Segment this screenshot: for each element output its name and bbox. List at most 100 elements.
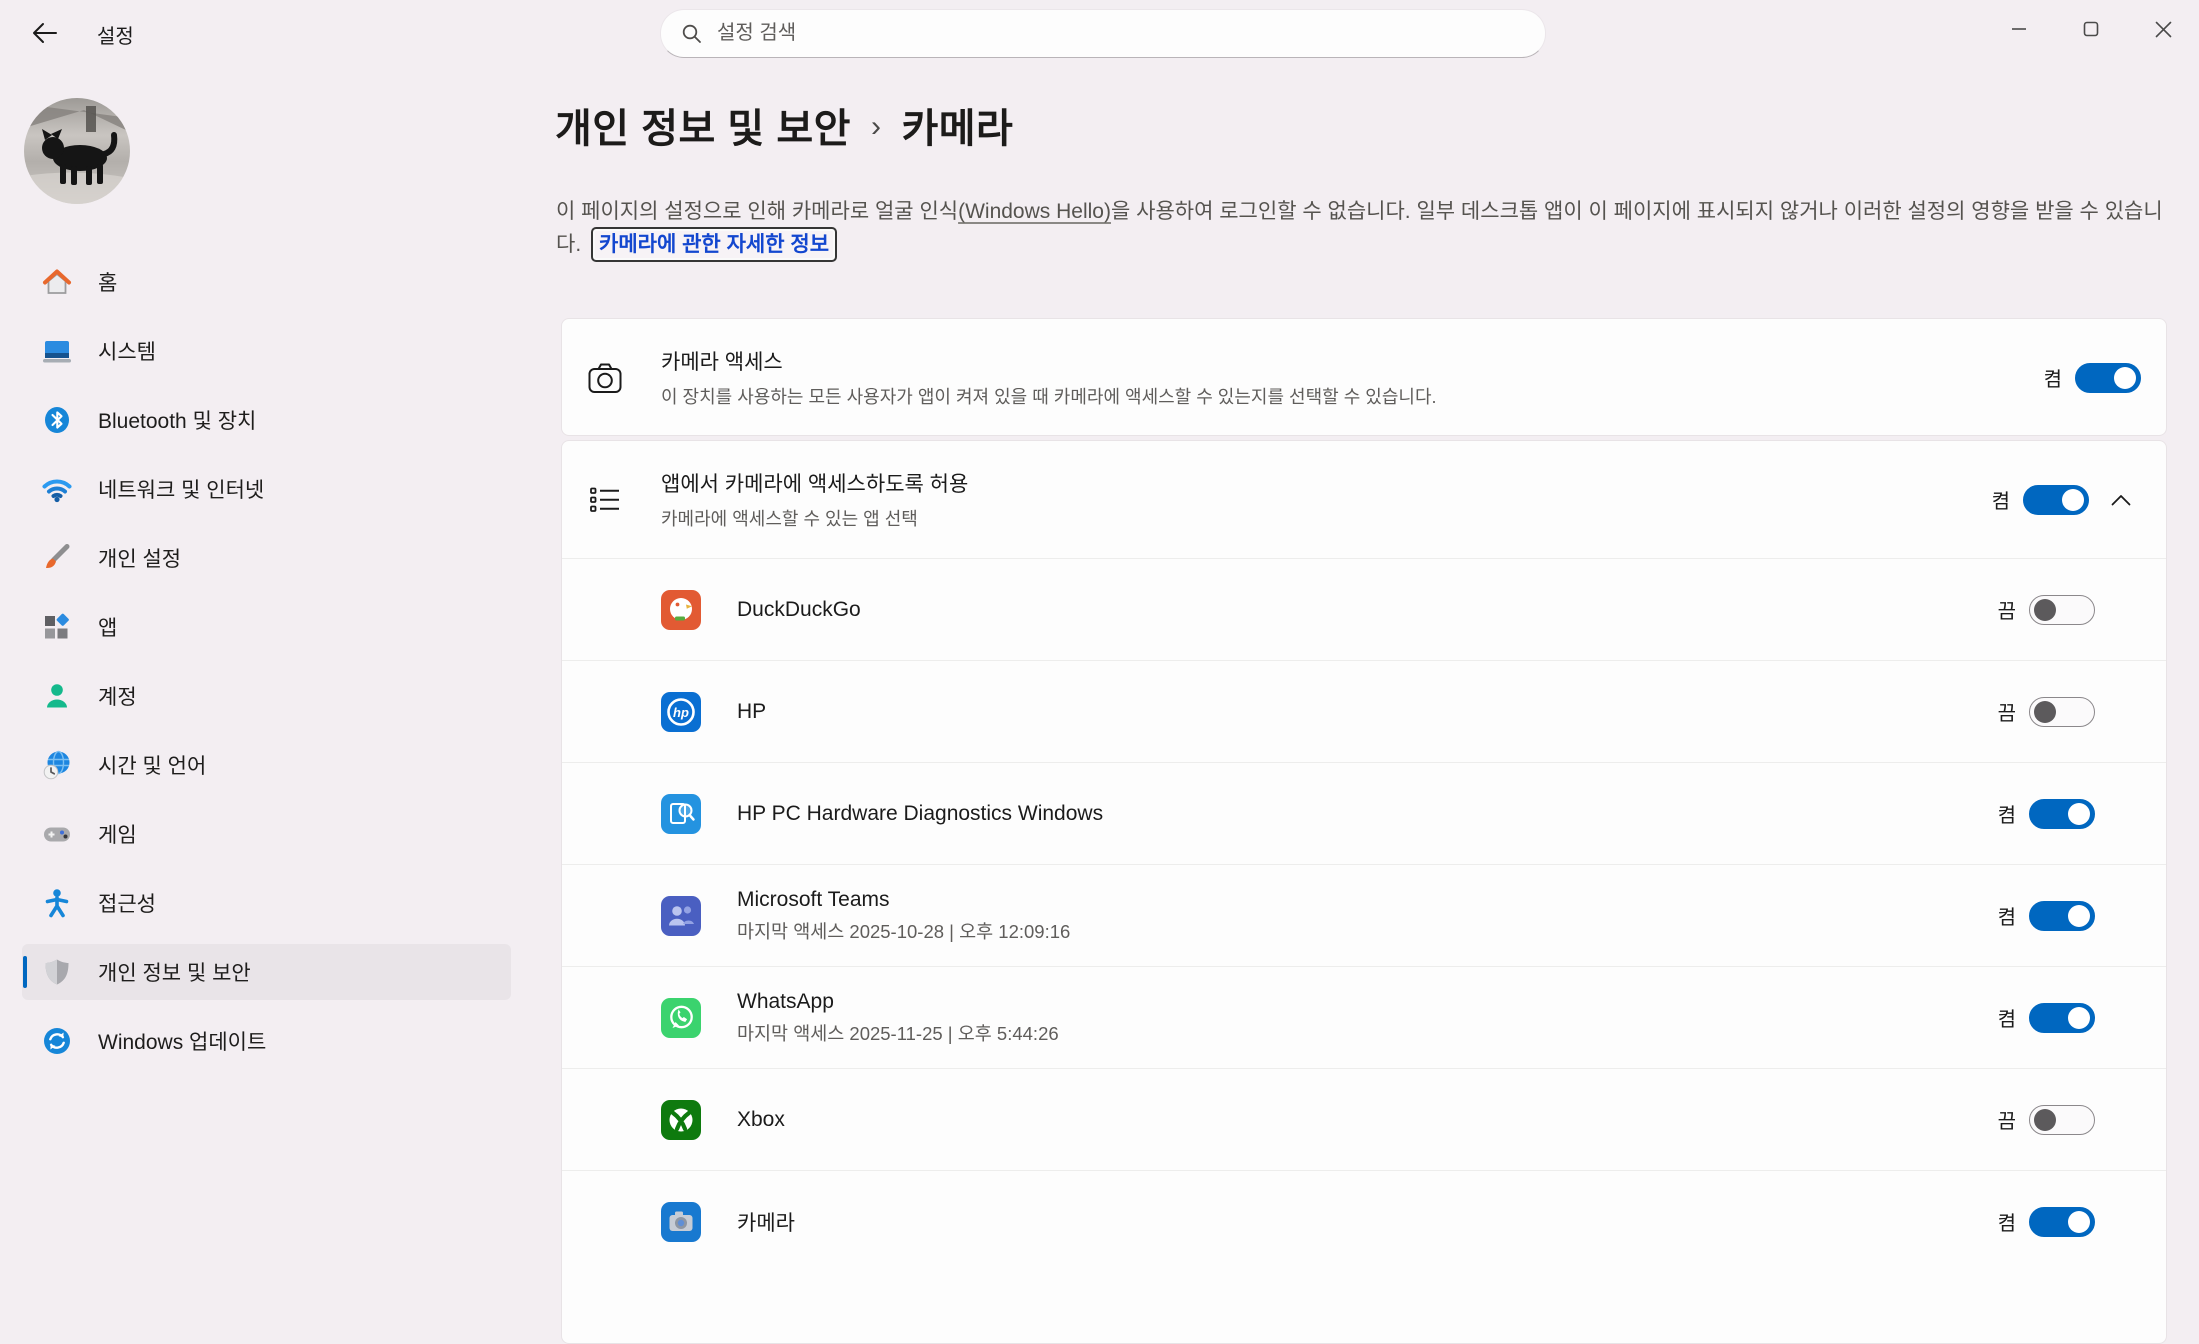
breadcrumb-separator-icon: › [871,106,882,144]
sidebar-item-label: 앱 [98,612,117,642]
user-avatar[interactable] [24,98,130,204]
gamepad-icon [42,819,72,849]
titlebar: 설정 [0,0,2199,64]
hp-diagnostics-toggle[interactable] [2029,799,2095,829]
hp-diagnostics-icon [661,794,701,834]
app-state-label: 끔 [1998,595,2016,624]
app-row-duckduckgo: DuckDuckGo 끔 [562,558,2166,660]
sidebar-item-gaming[interactable]: 게임 [22,806,511,862]
app-name: HP [737,700,1998,724]
xbox-icon [661,1100,701,1140]
settings-search-box[interactable] [660,9,1546,58]
accessibility-person-icon [42,888,72,918]
back-arrow-icon [31,22,57,44]
description-text: 이 페이지의 설정으로 인해 카메라로 얼굴 인식 [556,200,958,223]
page-title-current: 카메라 [901,96,1013,154]
wifi-icon [42,474,72,504]
app-access-toggle[interactable] [2023,485,2089,515]
app-last-access: 마지막 액세스 2025-10-28 | 오후 12:09:16 [737,918,1998,944]
sidebar-item-label: 계정 [98,681,137,711]
windows-camera-icon [661,1202,701,1242]
microsoft-teams-toggle[interactable] [2029,901,2095,931]
windows-camera-toggle[interactable] [2029,1207,2095,1237]
person-icon [42,681,72,711]
maximize-icon [2083,21,2099,37]
app-row-hp-diagnostics: HP PC Hardware Diagnostics Windows 켬 [562,762,2166,864]
app-state-label: 켬 [1998,799,2016,828]
bluetooth-icon [42,405,72,435]
sidebar-item-bluetooth-devices[interactable]: Bluetooth 및 장치 [22,392,511,448]
windows-hello-text: (Windows Hello) [958,200,1111,223]
minimize-button[interactable] [1983,0,2055,58]
sidebar-item-time-language[interactable]: 시간 및 언어 [22,737,511,793]
back-button[interactable] [24,16,64,50]
svg-text:hp: hp [673,705,689,720]
search-icon [681,23,703,45]
shield-icon [42,957,72,987]
sidebar-item-personalization[interactable]: 개인 설정 [22,530,511,586]
sidebar-item-label: Bluetooth 및 장치 [98,405,256,435]
app-row-windows-camera: 카메라 켬 [562,1170,2166,1272]
app-row-hp: hp HP 끔 [562,660,2166,762]
app-access-expander-header[interactable]: 앱에서 카메라에 액세스하도록 허용 카메라에 액세스할 수 있는 앱 선택 켬 [562,441,2166,558]
main-content: 개인 정보 및 보안 › 카메라 이 페이지의 설정으로 인해 카메라로 얼굴 … [554,64,2199,1269]
whatsapp-toggle[interactable] [2029,1003,2095,1033]
app-title: 설정 [97,20,134,49]
duckduckgo-toggle[interactable] [2029,595,2095,625]
sidebar-item-privacy-security[interactable]: 개인 정보 및 보안 [22,944,511,1000]
sidebar-item-system[interactable]: 시스템 [22,323,511,379]
xbox-toggle[interactable] [2029,1105,2095,1135]
app-access-title: 앱에서 카메라에 액세스하도록 허용 [661,468,1992,498]
whatsapp-icon [661,998,701,1038]
camera-learn-more-link[interactable]: 카메라에 관한 자세한 정보 [591,227,837,262]
close-button[interactable] [2127,0,2199,58]
app-state-label: 끔 [1998,1105,2016,1134]
camera-access-toggle[interactable] [2075,363,2141,393]
sidebar-item-apps[interactable]: 앱 [22,599,511,655]
sidebar-item-home[interactable]: 홈 [22,254,511,310]
sidebar-item-label: 접근성 [98,888,156,918]
app-access-state-label: 켬 [1992,485,2010,514]
sidebar-item-label: 네트워크 및 인터넷 [98,474,264,504]
app-access-subtitle: 카메라에 액세스할 수 있는 앱 선택 [661,505,1992,531]
search-input[interactable] [717,22,1525,45]
camera-outline-icon [586,359,624,397]
home-icon [42,267,72,297]
camera-access-subtitle: 이 장치를 사용하는 모든 사용자가 앱이 켜져 있을 때 카메라에 액세스할 … [661,383,2044,409]
sidebar-item-accessibility[interactable]: 접근성 [22,875,511,931]
globe-clock-icon [42,750,72,780]
settings-nav: 홈 시스템 Bluetooth 및 장치 네트워크 및 인터넷 개인 설정 [22,254,511,1082]
cat-avatar-image [24,98,130,204]
paintbrush-icon [42,543,72,573]
app-state-label: 켬 [1998,901,2016,930]
sidebar-item-windows-update[interactable]: Windows 업데이트 [22,1013,511,1069]
sidebar: 홈 시스템 Bluetooth 및 장치 네트워크 및 인터넷 개인 설정 [0,64,540,1269]
page-description: 이 페이지의 설정으로 인해 카메라로 얼굴 인식(Windows Hello)… [556,196,2172,262]
app-state-label: 켬 [1998,1003,2016,1032]
app-camera-access-card: 앱에서 카메라에 액세스하도록 허용 카메라에 액세스할 수 있는 앱 선택 켬… [561,440,2167,1344]
app-row-microsoft-teams: Microsoft Teams 마지막 액세스 2025-10-28 | 오후 … [562,864,2166,966]
duckduckgo-icon [661,590,701,630]
breadcrumb: 개인 정보 및 보안 › 카메라 [555,96,1013,154]
sidebar-item-label: 개인 정보 및 보안 [98,957,251,987]
sidebar-item-network-internet[interactable]: 네트워크 및 인터넷 [22,461,511,517]
maximize-button[interactable] [2055,0,2127,58]
update-arrows-icon [42,1026,72,1056]
app-name: 카메라 [737,1207,1998,1237]
app-state-label: 끔 [1998,697,2016,726]
microsoft-teams-icon [661,896,701,936]
apps-icon [42,612,72,642]
app-name: WhatsApp [737,990,1998,1014]
sidebar-item-accounts[interactable]: 계정 [22,668,511,724]
app-name: Xbox [737,1108,1998,1132]
collapse-expander-button[interactable] [2101,480,2141,520]
window-controls [1983,0,2199,58]
sidebar-item-label: 시스템 [98,336,156,366]
breadcrumb-parent[interactable]: 개인 정보 및 보안 [555,96,851,154]
sidebar-item-label: 게임 [98,819,137,849]
sidebar-item-label: Windows 업데이트 [98,1026,266,1056]
app-state-label: 켬 [1998,1207,2016,1236]
hp-icon: hp [661,692,701,732]
hp-toggle[interactable] [2029,697,2095,727]
app-last-access: 마지막 액세스 2025-11-25 | 오후 5:44:26 [737,1020,1998,1046]
